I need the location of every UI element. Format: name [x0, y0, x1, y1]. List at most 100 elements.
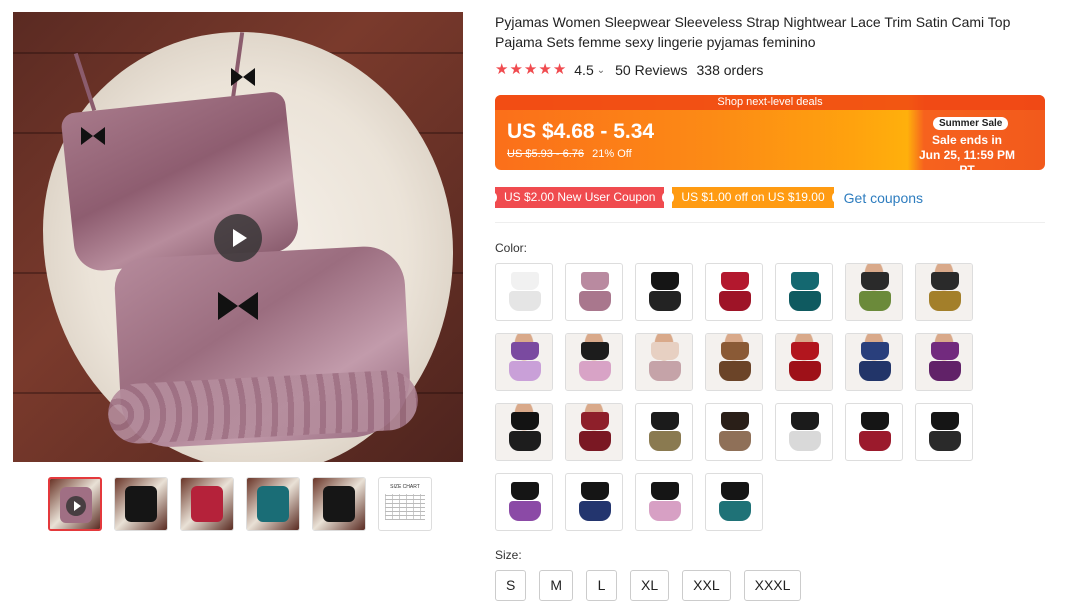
color-swatch[interactable]	[705, 333, 763, 391]
color-swatch[interactable]	[915, 403, 973, 461]
size-option-xxxl[interactable]: XXXL	[743, 570, 802, 601]
color-swatch[interactable]	[635, 473, 693, 531]
size-label: Size:	[495, 548, 522, 562]
summer-sale-badge: Summer Sale	[933, 117, 1009, 130]
swatch-top	[861, 412, 889, 430]
get-coupons-link[interactable]: Get coupons	[844, 190, 923, 206]
swatch-top	[791, 272, 819, 290]
color-swatch[interactable]	[845, 333, 903, 391]
color-swatch[interactable]	[495, 333, 553, 391]
size-options: S M L XL XXL XXXL	[495, 570, 802, 601]
swatch-bottom	[789, 431, 821, 451]
gallery-thumbnail[interactable]	[48, 477, 102, 531]
swatch-bottom	[579, 431, 611, 451]
original-price-row: US $5.93 - 6.76 21% Off	[507, 148, 632, 160]
gallery-thumbnail[interactable]	[312, 477, 366, 531]
swatch-top	[791, 342, 819, 360]
swatch-bottom	[929, 291, 961, 311]
swatch-top	[931, 342, 959, 360]
gallery-thumbnail[interactable]	[246, 477, 300, 531]
swatch-bottom	[649, 361, 681, 381]
product-title: Pyjamas Women Sleepwear Sleeveless Strap…	[495, 14, 1011, 50]
size-option-m[interactable]: M	[539, 570, 574, 601]
color-swatch[interactable]	[845, 403, 903, 461]
chevron-down-icon[interactable]: ⌄	[597, 65, 605, 76]
reviews-link[interactable]: 50 Reviews	[615, 62, 687, 78]
swatch-top	[511, 412, 539, 430]
swatch-top	[721, 342, 749, 360]
color-swatch-grid	[495, 263, 973, 531]
color-swatch[interactable]	[495, 473, 553, 531]
color-swatch[interactable]	[915, 263, 973, 321]
swatch-bottom	[579, 501, 611, 521]
swatch-bottom	[509, 361, 541, 381]
swatch-top	[581, 342, 609, 360]
thumbnail-garment	[323, 486, 355, 522]
color-swatch[interactable]	[565, 473, 623, 531]
star-icon: ★	[552, 61, 567, 78]
color-swatch[interactable]	[775, 403, 833, 461]
swatch-top	[861, 272, 889, 290]
swatch-bottom	[509, 431, 541, 451]
swatch-bottom	[789, 291, 821, 311]
swatch-top	[651, 342, 679, 360]
swatch-top	[931, 272, 959, 290]
color-swatch[interactable]	[705, 473, 763, 531]
color-swatch[interactable]	[775, 263, 833, 321]
size-option-xl[interactable]: XL	[630, 570, 670, 601]
size-option-s[interactable]: S	[495, 570, 527, 601]
cami-strap	[73, 52, 97, 112]
color-swatch[interactable]	[635, 403, 693, 461]
play-icon	[66, 496, 86, 516]
thumbnail-garment	[125, 486, 157, 522]
size-option-xxl[interactable]: XXL	[682, 570, 731, 601]
coupon-row: US $2.00 New User Coupon US $1.00 off on…	[491, 187, 923, 208]
gallery-thumbnail[interactable]	[114, 477, 168, 531]
main-product-image[interactable]	[13, 12, 463, 462]
swatch-bottom	[859, 361, 891, 381]
play-video-button[interactable]	[214, 214, 262, 262]
promo-banner-header[interactable]: Shop next-level deals	[495, 95, 1045, 110]
new-user-coupon[interactable]: US $2.00 New User Coupon	[491, 187, 668, 208]
color-swatch[interactable]	[775, 333, 833, 391]
sale-ends-label: Sale ends in	[931, 133, 1003, 147]
color-swatch[interactable]	[495, 403, 553, 461]
swatch-bottom	[579, 291, 611, 311]
swatch-top	[651, 482, 679, 500]
swatch-top	[721, 272, 749, 290]
color-swatch[interactable]	[915, 333, 973, 391]
swatch-top	[651, 272, 679, 290]
color-swatch[interactable]	[705, 403, 763, 461]
size-option-l[interactable]: L	[586, 570, 618, 601]
swatch-bottom	[789, 361, 821, 381]
color-swatch[interactable]	[635, 263, 693, 321]
star-icon: ★	[523, 61, 538, 78]
swatch-bottom	[649, 291, 681, 311]
color-swatch[interactable]	[635, 333, 693, 391]
size-chart-thumbnail[interactable]: SIZE CHART	[378, 477, 432, 531]
color-swatch[interactable]	[565, 263, 623, 321]
swatch-top	[581, 272, 609, 290]
color-swatch[interactable]	[565, 403, 623, 461]
swatch-bottom	[719, 431, 751, 451]
discount: 21% Off	[592, 148, 632, 160]
divider	[495, 222, 1045, 223]
swatch-top	[511, 342, 539, 360]
swatch-top	[931, 412, 959, 430]
store-coupon[interactable]: US $1.00 off on US $19.00	[669, 187, 837, 208]
color-swatch[interactable]	[705, 263, 763, 321]
swatch-top	[581, 412, 609, 430]
gallery-thumbnail[interactable]	[180, 477, 234, 531]
color-label: Color:	[495, 241, 528, 255]
swatch-bottom	[859, 291, 891, 311]
thumbnail-garment	[191, 486, 223, 522]
play-icon	[233, 229, 247, 247]
rating-value[interactable]: 4.5	[574, 62, 593, 78]
swatch-top	[511, 272, 539, 290]
color-swatch[interactable]	[495, 263, 553, 321]
color-swatch[interactable]	[565, 333, 623, 391]
color-swatch[interactable]	[845, 263, 903, 321]
swatch-top	[721, 482, 749, 500]
swatch-bottom	[509, 501, 541, 521]
swatch-bottom	[649, 501, 681, 521]
